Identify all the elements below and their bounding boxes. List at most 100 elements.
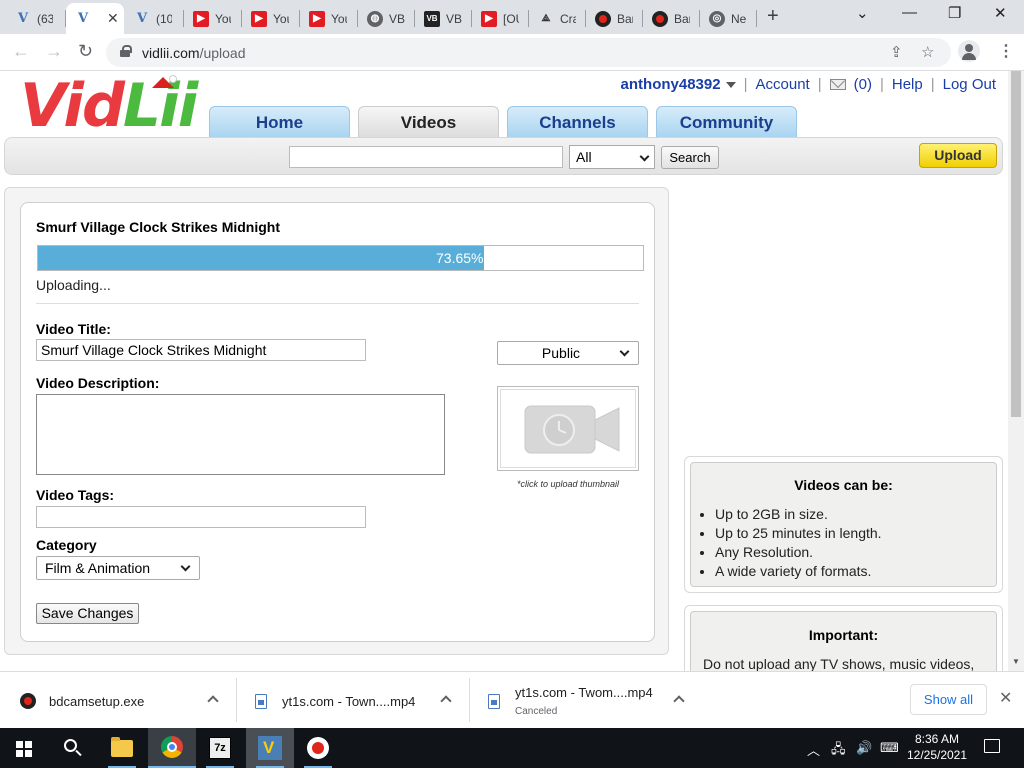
browser-tab[interactable]: ⟁ Cra [529, 3, 585, 34]
close-window-icon[interactable]: ✕ [994, 4, 1007, 22]
help-link[interactable]: Help [892, 76, 923, 93]
nav-tab-channels[interactable]: Channels [507, 106, 648, 138]
file-explorer-icon[interactable] [98, 728, 146, 768]
tab-search-icon[interactable]: ⌄ [856, 4, 869, 22]
account-link[interactable]: Account [756, 76, 810, 93]
video-tags-label: Video Tags: [36, 487, 115, 503]
maximize-icon[interactable]: ❐ [948, 4, 961, 22]
forward-icon[interactable]: → [45, 41, 63, 62]
address-bar[interactable]: vidlii.com/upload ⇪ ☆ [106, 38, 951, 67]
tab-title: Ne [731, 11, 747, 26]
browser-tab[interactable]: Bar [586, 3, 642, 34]
volume-icon[interactable]: 🔊 [856, 740, 872, 756]
browser-tab[interactable]: ▶ [OU [472, 3, 528, 34]
chevron-down-icon[interactable] [725, 81, 736, 88]
tab-title: [OU [503, 11, 519, 26]
upload-panel: Smurf Village Clock Strikes Midnight 73.… [4, 187, 669, 655]
nav-tab-community[interactable]: Community [656, 106, 797, 138]
share-icon[interactable]: ⇪ [890, 43, 903, 61]
upload-status: Uploading... [36, 277, 111, 293]
video-camera-icon [524, 405, 620, 454]
network-icon[interactable]: 🖧 [831, 740, 846, 762]
privacy-select[interactable]: Public [497, 341, 639, 365]
nav-tab-home[interactable]: Home [209, 106, 350, 138]
browser-tab[interactable]: ▶ You [184, 3, 241, 34]
bandicam-icon [20, 693, 36, 709]
crane-icon: ⟁ [541, 13, 551, 24]
record-icon [652, 10, 668, 27]
close-tab-icon[interactable]: ✕ [107, 10, 119, 27]
close-downloads-icon[interactable]: ✕ [999, 688, 1012, 708]
divider [36, 303, 639, 304]
windows-start-icon[interactable] [16, 741, 32, 757]
save-changes-button[interactable]: Save Changes [36, 603, 139, 624]
bandicam-icon[interactable] [294, 728, 342, 768]
chevron-up-icon[interactable] [673, 695, 685, 707]
windows-taskbar: 7z ︿ 🖧 🔊 ⌨ 8:36 AM 12/25/2021 [0, 728, 1024, 768]
reload-icon[interactable]: ↻ [78, 41, 93, 62]
page-scrollbar[interactable]: ▲ ▼ [1008, 71, 1024, 671]
clock-time: 8:36 AM [914, 732, 960, 746]
upload-button[interactable]: Upload [919, 143, 997, 168]
browser-tab[interactable]: V (10 [125, 3, 183, 34]
search-filter-select[interactable]: All [569, 145, 655, 169]
logout-link[interactable]: Log Out [943, 76, 996, 93]
browser-tab[interactable]: Bar [643, 3, 699, 34]
browser-tab[interactable]: VB VB [415, 3, 471, 34]
inbox-icon[interactable] [829, 79, 846, 90]
video-tags-input[interactable] [36, 506, 366, 528]
keyboard-icon[interactable]: ⌨ [880, 740, 899, 756]
video-title-input[interactable]: Smurf Village Clock Strikes Midnight [36, 339, 366, 361]
show-all-downloads-button[interactable]: Show all [910, 684, 987, 715]
download-status: Canceled [515, 706, 558, 717]
search-input[interactable] [289, 146, 563, 168]
download-item[interactable]: yt1s.com - Town....mp4 [255, 678, 460, 724]
search-icon[interactable] [64, 739, 77, 752]
clock-date: 12/25/2021 [906, 748, 968, 762]
back-icon[interactable]: ← [12, 41, 30, 62]
browser-tab[interactable]: ▶ You [300, 3, 357, 34]
download-item[interactable]: bdcamsetup.exe [20, 678, 225, 724]
url-text[interactable]: vidlii.com/upload [142, 45, 246, 61]
upload-limits-heading: Videos can be: [794, 477, 893, 493]
browser-tab[interactable]: ◍ VB [358, 3, 414, 34]
download-name: yt1s.com - Town....mp4 [282, 693, 416, 709]
file-icon [488, 693, 500, 709]
video-title-label: Video Title: [36, 321, 111, 337]
uploading-video-name: Smurf Village Clock Strikes Midnight [36, 219, 281, 235]
7zip-icon[interactable]: 7z [196, 728, 244, 768]
page-viewport: VidLii anthony48392 | Account | (0) | He… [0, 71, 1008, 671]
category-value: Film & Animation [45, 560, 151, 576]
scroll-down-icon[interactable]: ▼ [1012, 657, 1020, 666]
important-heading: Important: [808, 627, 879, 643]
browser-tab-active[interactable]: V ✕ [66, 3, 124, 34]
tray-chevron-icon[interactable]: ︿ [807, 740, 820, 759]
inbox-count[interactable]: (0) [854, 76, 872, 93]
browser-menu-icon[interactable]: ⋮ [998, 41, 1014, 61]
chevron-up-icon[interactable] [440, 695, 452, 707]
vidlii-icon: V [77, 11, 89, 26]
minimize-icon[interactable]: — [902, 4, 917, 21]
notifications-icon[interactable] [984, 739, 1000, 753]
upload-card: Smurf Village Clock Strikes Midnight 73.… [20, 202, 655, 642]
username-link[interactable]: anthony48392 [621, 76, 721, 93]
scrollbar-thumb[interactable] [1011, 71, 1021, 417]
browser-tab[interactable]: V (63 [6, 3, 64, 34]
lock-icon[interactable] [120, 45, 132, 57]
video-description-textarea[interactable] [36, 394, 445, 475]
chevron-up-icon[interactable] [207, 695, 219, 707]
system-clock[interactable]: 8:36 AM 12/25/2021 [906, 731, 968, 763]
browser-tab[interactable]: ◎ Ne [700, 3, 756, 34]
download-item[interactable]: yt1s.com - Twom....mp4 Canceled [488, 678, 693, 724]
profile-avatar-icon[interactable] [958, 40, 980, 62]
browser-tab[interactable]: ▶ You [242, 3, 299, 34]
nav-tab-videos[interactable]: Videos [358, 106, 499, 138]
search-button[interactable]: Search [661, 146, 719, 169]
chrome-icon[interactable] [148, 728, 196, 768]
thumbnail-upload[interactable] [497, 386, 639, 471]
category-select[interactable]: Film & Animation [36, 556, 200, 580]
bookmark-star-icon[interactable]: ☆ [921, 43, 934, 61]
upload-limits-list: Up to 2GB in size. Up to 25 minutes in l… [715, 505, 882, 581]
vegas-icon[interactable] [246, 728, 294, 768]
new-tab-button[interactable]: + [767, 5, 779, 28]
